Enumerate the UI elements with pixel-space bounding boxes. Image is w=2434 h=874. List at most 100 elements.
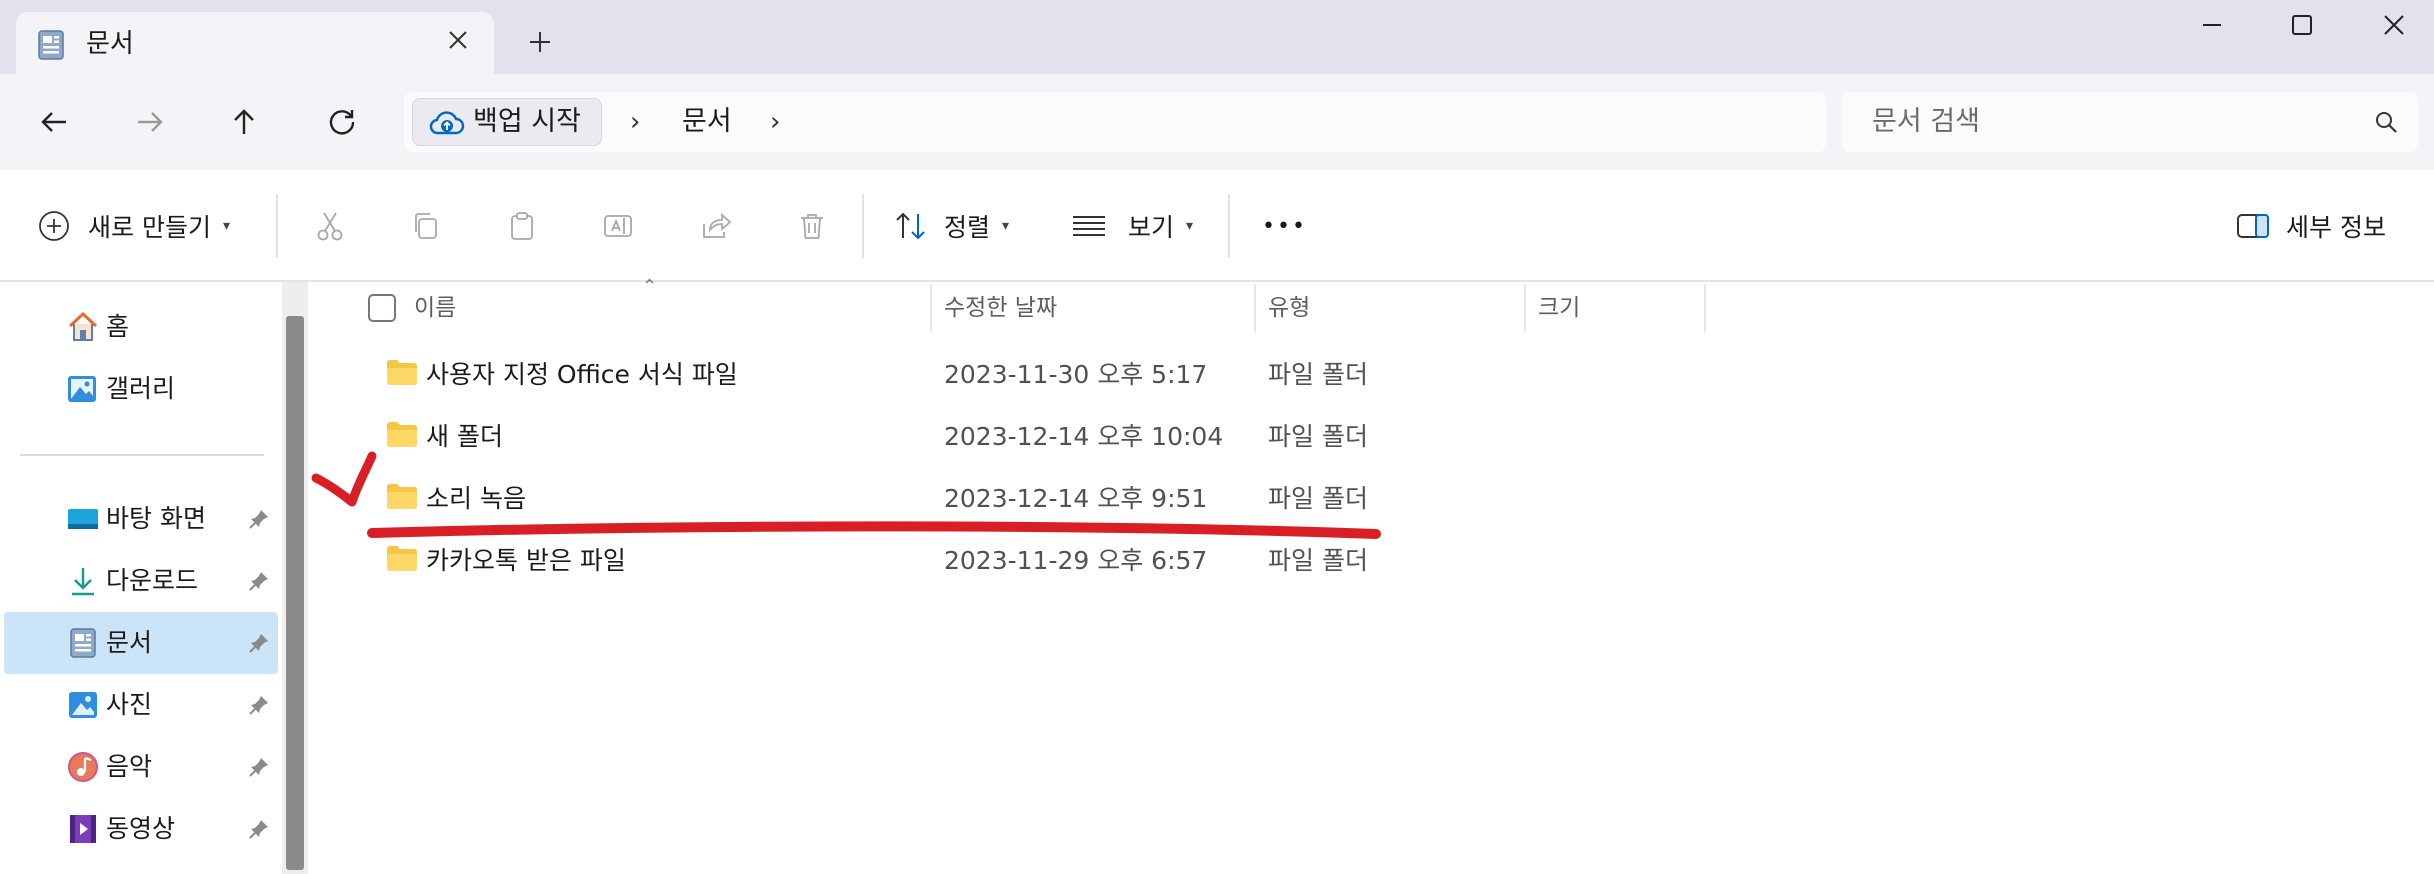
sort-button[interactable]: 정렬 ▾ bbox=[894, 200, 1009, 252]
column-header-date[interactable]: 수정한 날짜 bbox=[944, 282, 1057, 334]
sidebar-item-music[interactable]: 음악 bbox=[4, 736, 278, 798]
list-view-icon bbox=[1073, 216, 1105, 236]
rename-button[interactable] bbox=[598, 206, 638, 246]
cut-icon bbox=[317, 212, 343, 241]
pin-icon[interactable] bbox=[248, 756, 270, 778]
arrow-up-icon bbox=[234, 109, 254, 134]
new-button-label: 새로 만들기 bbox=[88, 213, 211, 242]
cut-button[interactable] bbox=[310, 206, 350, 246]
table-row[interactable]: 새 폴더 2023-12-14 오후 10:04 파일 폴더 bbox=[308, 406, 1708, 468]
chevron-down-icon: ▾ bbox=[1186, 218, 1194, 234]
toolbar-divider bbox=[862, 194, 864, 258]
folder-icon bbox=[387, 360, 417, 385]
minimize-button[interactable] bbox=[2172, 0, 2252, 50]
title-bar: 문서 bbox=[0, 0, 2434, 74]
table-row[interactable]: 카카오톡 받은 파일 2023-11-29 오후 6:57 파일 폴더 bbox=[308, 530, 1708, 592]
file-name: 소리 녹음 bbox=[426, 484, 526, 513]
sidebar-item-videos[interactable]: 동영상 bbox=[4, 798, 278, 860]
minimize-icon bbox=[2203, 24, 2221, 26]
pin-icon[interactable] bbox=[248, 508, 270, 530]
delete-button[interactable] bbox=[792, 206, 832, 246]
home-icon bbox=[68, 311, 98, 341]
column-header-type[interactable]: 유형 bbox=[1268, 282, 1310, 334]
pin-icon[interactable] bbox=[248, 570, 270, 592]
paste-icon bbox=[511, 212, 533, 240]
details-pane-button[interactable]: 세부 정보 bbox=[2236, 200, 2386, 252]
paste-button[interactable] bbox=[502, 206, 542, 246]
sidebar-item-gallery[interactable]: 갤러리 bbox=[4, 358, 278, 420]
file-name: 새 폴더 bbox=[426, 422, 503, 451]
search-box[interactable]: 문서 검색 bbox=[1842, 92, 2418, 152]
column-divider[interactable] bbox=[1524, 284, 1526, 332]
copy-button[interactable] bbox=[406, 206, 446, 246]
trash-icon bbox=[801, 214, 823, 239]
back-button[interactable] bbox=[30, 98, 78, 146]
table-row[interactable]: 사용자 지정 Office 서식 파일 2023-11-30 오후 5:17 파… bbox=[308, 344, 1708, 406]
tab-close-button[interactable] bbox=[440, 24, 476, 60]
view-button[interactable]: 보기 ▾ bbox=[1072, 200, 1193, 252]
sidebar-item-home[interactable]: 홈 bbox=[4, 296, 278, 358]
file-type: 파일 폴더 bbox=[1268, 484, 1368, 513]
file-list: ⌃ 이름 수정한 날짜 유형 크기 사용자 지정 Office 서식 파일 20… bbox=[308, 276, 2434, 874]
maximize-button[interactable] bbox=[2262, 0, 2342, 50]
address-bar[interactable]: 백업 시작 › 문서 › bbox=[404, 92, 1826, 152]
navigation-pane: 홈 갤러리 바탕 화면 다운로드 문서 사진 음악 동영상 bbox=[0, 282, 282, 874]
select-all-checkbox[interactable] bbox=[368, 294, 396, 322]
column-divider[interactable] bbox=[1254, 284, 1256, 332]
desktop-icon bbox=[68, 509, 98, 529]
share-button[interactable] bbox=[696, 206, 736, 246]
music-icon bbox=[68, 752, 98, 782]
file-name: 카카오톡 받은 파일 bbox=[426, 546, 626, 575]
close-icon bbox=[449, 31, 467, 49]
new-tab-button[interactable] bbox=[520, 22, 560, 62]
pin-icon[interactable] bbox=[248, 818, 270, 840]
chevron-right-icon[interactable]: › bbox=[630, 100, 640, 144]
details-pane-label: 세부 정보 bbox=[2286, 213, 2386, 242]
sidebar-item-downloads[interactable]: 다운로드 bbox=[4, 550, 278, 612]
toolbar-divider bbox=[1228, 194, 1230, 258]
more-icon: ••• bbox=[1262, 213, 1307, 239]
pin-icon[interactable] bbox=[248, 632, 270, 654]
file-type: 파일 폴더 bbox=[1268, 422, 1368, 451]
column-header-name[interactable]: 이름 bbox=[414, 282, 456, 334]
search-input[interactable]: 문서 검색 bbox=[1872, 92, 1980, 152]
file-date: 2023-11-30 오후 5:17 bbox=[944, 360, 1208, 389]
column-divider[interactable] bbox=[930, 284, 932, 332]
sidebar-item-desktop[interactable]: 바탕 화면 bbox=[4, 488, 278, 550]
close-icon bbox=[2384, 15, 2404, 35]
new-button[interactable]: 새로 만들기 ▾ bbox=[38, 200, 230, 252]
details-pane-icon bbox=[2237, 214, 2269, 238]
sidebar-item-label: 갤러리 bbox=[106, 374, 176, 403]
navigation-bar: 백업 시작 › 문서 › 문서 검색 bbox=[0, 74, 2434, 170]
refresh-icon bbox=[329, 110, 355, 135]
file-name: 사용자 지정 Office 서식 파일 bbox=[426, 360, 738, 389]
folder-icon bbox=[387, 546, 417, 571]
window-close-button[interactable] bbox=[2354, 0, 2434, 50]
pin-icon[interactable] bbox=[248, 694, 270, 716]
up-button[interactable] bbox=[220, 98, 268, 146]
tab-documents[interactable]: 문서 bbox=[16, 12, 494, 74]
chevron-right-icon[interactable]: › bbox=[770, 100, 780, 144]
sidebar-item-documents[interactable]: 문서 bbox=[4, 612, 278, 674]
file-date: 2023-12-14 오후 9:51 bbox=[944, 484, 1208, 513]
pictures-icon bbox=[69, 692, 97, 718]
sidebar-item-label: 사진 bbox=[106, 690, 153, 719]
column-header-size[interactable]: 크기 bbox=[1538, 282, 1580, 334]
table-row[interactable]: 소리 녹음 2023-12-14 오후 9:51 파일 폴더 bbox=[308, 468, 1708, 530]
sidebar-item-label: 다운로드 bbox=[106, 566, 199, 595]
maximize-icon bbox=[2292, 15, 2312, 35]
sidebar-item-pictures[interactable]: 사진 bbox=[4, 674, 278, 736]
breadcrumb-backup[interactable]: 백업 시작 bbox=[412, 98, 602, 146]
more-options-button[interactable]: ••• bbox=[1262, 200, 1307, 252]
forward-button[interactable] bbox=[126, 98, 174, 146]
refresh-button[interactable] bbox=[318, 98, 366, 146]
file-date: 2023-11-29 오후 6:57 bbox=[944, 546, 1208, 575]
sidebar-divider bbox=[20, 454, 264, 456]
column-divider[interactable] bbox=[1704, 284, 1706, 332]
file-type: 파일 폴더 bbox=[1268, 546, 1368, 575]
breadcrumb-documents[interactable]: 문서 bbox=[682, 100, 732, 144]
sidebar-scrollbar-thumb[interactable] bbox=[286, 316, 304, 870]
chevron-down-icon: ▾ bbox=[1002, 218, 1010, 234]
gallery-icon bbox=[68, 376, 96, 402]
view-button-label: 보기 bbox=[1128, 213, 1175, 242]
